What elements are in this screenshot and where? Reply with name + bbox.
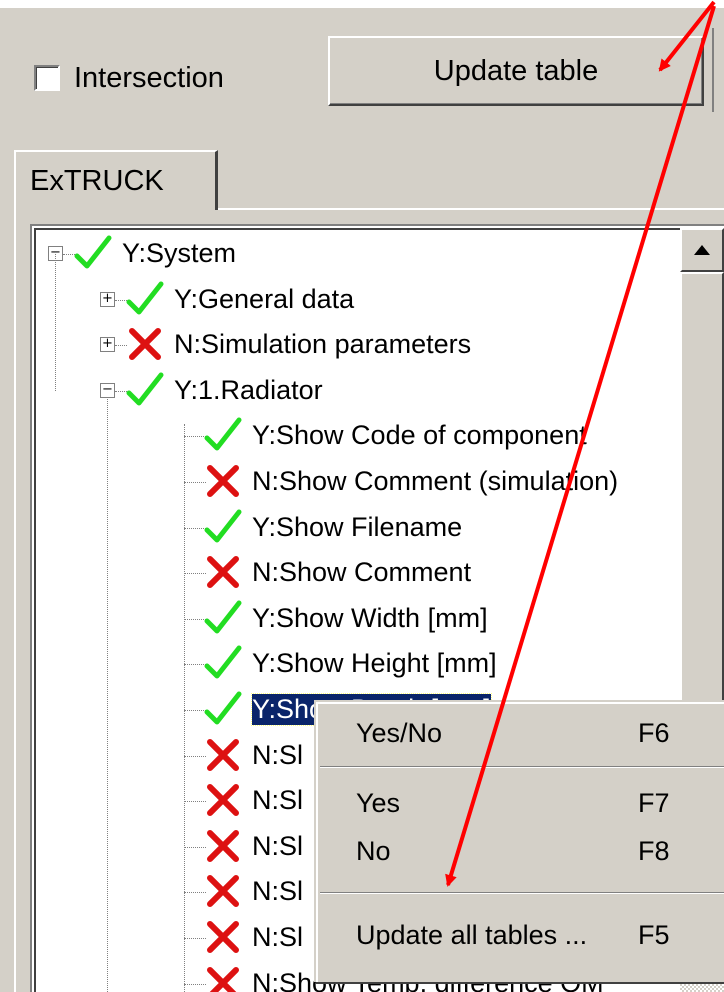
tree-item-label[interactable]: Y:Show Code of component <box>252 420 587 451</box>
green-check-icon <box>204 414 242 454</box>
update-table-button[interactable]: Update table <box>328 36 704 106</box>
tree-item-label[interactable]: N:Sl <box>252 831 303 862</box>
tree-item-label[interactable]: N:Sl <box>252 922 303 953</box>
tree-item-label[interactable]: Y:1.Radiator <box>174 375 323 406</box>
tree-guide-line <box>184 424 185 992</box>
tree-item-label[interactable]: N:Simulation parameters <box>174 329 471 360</box>
menu-separator <box>320 892 724 894</box>
tree-item-label[interactable]: Y:Show Height [mm] <box>252 648 497 679</box>
tree-connector <box>184 755 206 757</box>
tree-item-label[interactable]: N:Sl <box>252 740 303 771</box>
red-x-icon <box>204 962 242 992</box>
tree-connector <box>184 892 206 894</box>
tree-item-label[interactable]: N:Show Comment (simulation) <box>252 466 618 497</box>
tree-item-label[interactable]: Y:System <box>122 238 236 269</box>
menu-item-yes-no-shortcut: F6 <box>638 718 670 748</box>
menu-item-yes[interactable]: Yes F7 <box>316 778 724 830</box>
tree-connector <box>184 710 206 711</box>
green-check-icon <box>204 597 242 637</box>
tree-guide-line <box>107 398 108 992</box>
tree-connector <box>184 618 206 620</box>
tree-connector <box>184 938 206 939</box>
red-x-icon <box>126 323 164 363</box>
tree-guide-line <box>55 254 56 391</box>
menu-separator <box>320 766 724 768</box>
green-check-icon <box>74 232 112 272</box>
menu-item-yes-no-label: Yes/No <box>356 718 443 748</box>
tree-item-label[interactable]: Y:Show Width [mm] <box>252 603 488 634</box>
menu-item-yes-label: Yes <box>356 788 401 818</box>
panel-divider <box>712 28 714 112</box>
window-top-edge <box>0 0 724 8</box>
red-x-icon <box>204 734 242 774</box>
scroll-up-arrow-icon <box>694 245 710 255</box>
menu-item-yes-shortcut: F7 <box>638 788 670 818</box>
expand-node-button[interactable]: + <box>100 291 115 307</box>
tree-connector <box>184 573 206 575</box>
tree-connector <box>184 983 206 985</box>
tree-connector <box>184 846 206 848</box>
tree-connector <box>184 482 206 483</box>
tree-connector <box>184 527 206 529</box>
menu-item-update-all-tables-shortcut: F5 <box>638 920 670 950</box>
tab-extruck-label: ExTRUCK <box>30 164 164 197</box>
red-x-icon <box>204 870 242 910</box>
collapse-node-button[interactable]: − <box>100 382 115 398</box>
tree-item-label[interactable]: N:Show Comment <box>252 557 471 588</box>
expand-node-button[interactable]: + <box>100 337 115 353</box>
green-check-icon <box>126 278 164 318</box>
menu-item-no-label: No <box>356 836 391 866</box>
red-x-icon <box>204 825 242 865</box>
red-x-icon <box>204 779 242 819</box>
green-check-icon <box>204 642 242 682</box>
tree-item-label[interactable]: Y:Show Filename <box>252 512 462 543</box>
menu-item-yes-no[interactable]: Yes/No F6 <box>316 708 724 760</box>
tree-connector <box>184 801 206 803</box>
context-menu: Yes/No F6 Yes F7 No F8 Update all tables… <box>314 700 724 982</box>
red-x-icon <box>204 460 242 500</box>
tree-item-label[interactable]: N:Sl <box>252 876 303 907</box>
green-check-icon <box>126 369 164 409</box>
tree-item-label[interactable]: N:Sl <box>252 785 303 816</box>
tree-item-label[interactable]: Y:General data <box>174 284 354 315</box>
intersection-label: Intersection <box>74 61 224 94</box>
scroll-up-button[interactable] <box>680 228 724 272</box>
update-table-label: Update table <box>433 54 599 87</box>
red-x-icon <box>204 551 242 591</box>
menu-item-no[interactable]: No F8 <box>316 826 724 878</box>
tree-connector <box>184 436 206 438</box>
scrollbar-thumb[interactable] <box>680 272 724 702</box>
intersection-checkbox[interactable] <box>34 65 60 91</box>
menu-item-update-all-tables-label: Update all tables ... <box>356 920 588 950</box>
tab-extruck[interactable]: ExTRUCK <box>14 150 218 210</box>
intersection-checkbox-row[interactable]: Intersection <box>34 60 224 96</box>
red-x-icon <box>204 916 242 956</box>
tree-connector <box>184 664 206 666</box>
menu-item-no-shortcut: F8 <box>638 836 670 866</box>
green-check-icon <box>204 688 242 728</box>
menu-item-update-all-tables[interactable]: Update all tables ... F5 <box>316 910 724 962</box>
green-check-icon <box>204 506 242 546</box>
tab-panel-left-edge <box>14 208 16 992</box>
